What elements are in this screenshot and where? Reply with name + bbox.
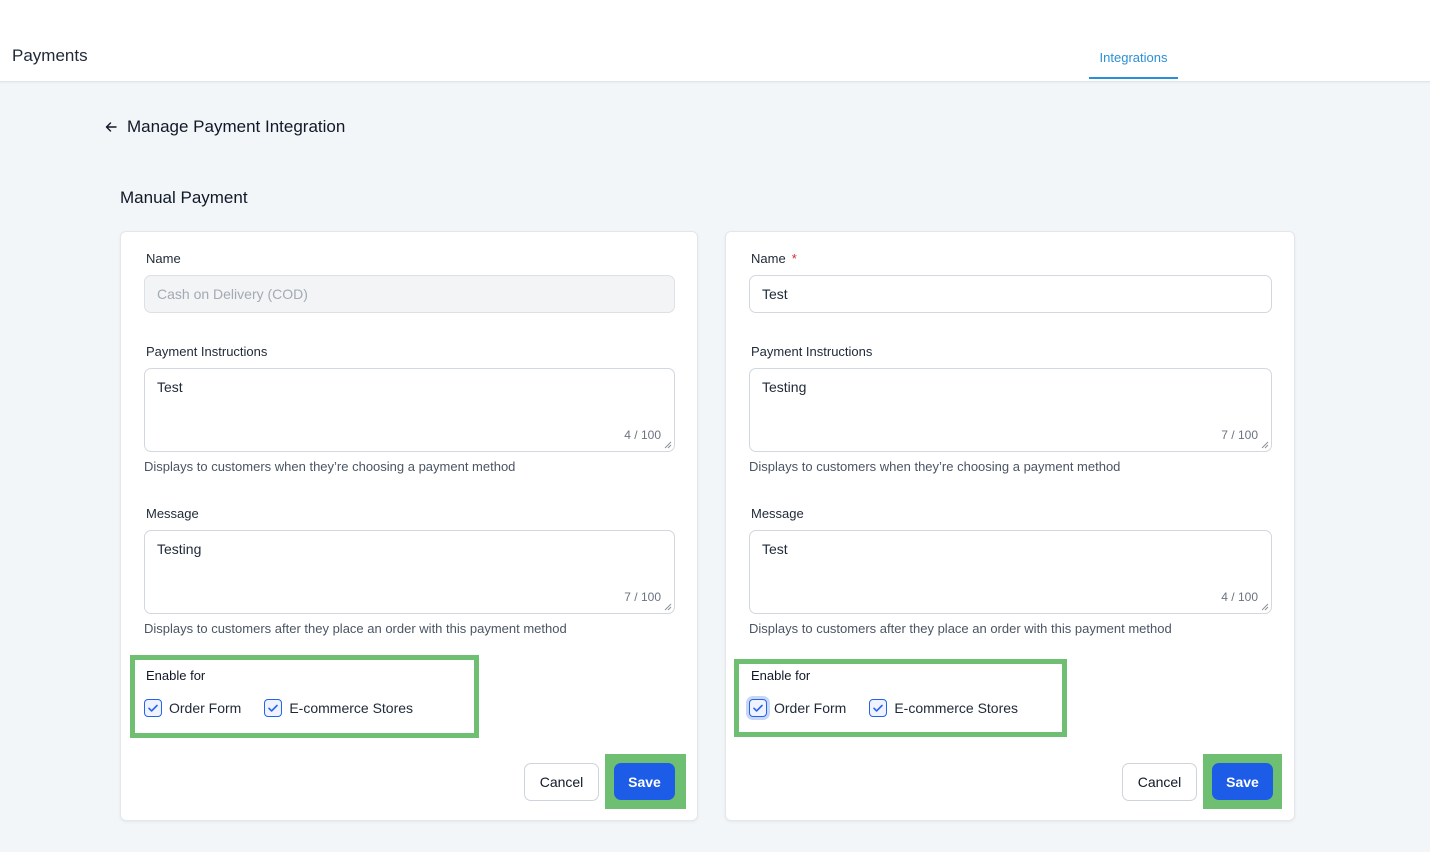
save-button-highlight: Save [1203,754,1282,809]
order-form-label[interactable]: Order Form [169,700,241,716]
instructions-label: Payment Instructions [146,344,268,359]
ecommerce-stores-checkbox[interactable] [264,699,283,717]
section-title: Manual Payment [120,188,248,207]
message-char-count: 4 / 100 [1221,590,1258,604]
check-icon [873,704,884,712]
instructions-textarea[interactable]: Test 4 / 100 [144,368,675,452]
page-title: Manage Payment Integration [127,117,346,136]
name-input: Cash on Delivery (COD) [144,275,675,313]
cancel-button[interactable]: Cancel [524,763,599,801]
tab-integrations[interactable]: Integrations [1089,50,1178,79]
message-textarea[interactable]: Test 4 / 100 [749,530,1272,614]
message-help: Displays to customers after they place a… [144,621,567,636]
message-label: Message [751,506,804,521]
message-value: Testing [157,541,202,557]
instructions-value: Test [157,379,183,395]
ecommerce-stores-label[interactable]: E-commerce Stores [289,700,413,716]
order-form-label[interactable]: Order Form [774,700,846,716]
enable-options: Order Form E-commerce Stores [144,699,436,717]
enable-for-title: Enable for [146,668,206,683]
enable-options: Order Form E-commerce Stores [749,699,1041,717]
payment-card-custom: Name * Test Payment Instructions Testing … [725,231,1295,821]
message-help: Displays to customers after they place a… [749,621,1172,636]
required-mark: * [791,251,797,266]
app-title: Payments [12,46,88,65]
save-button[interactable]: Save [614,763,675,800]
message-value: Test [762,541,788,557]
arrow-left-icon[interactable] [104,120,118,134]
name-label: Name * [751,251,797,266]
save-button-highlight: Save [605,754,686,809]
message-char-count: 7 / 100 [624,590,661,604]
message-label: Message [146,506,199,521]
save-button[interactable]: Save [1212,763,1273,800]
resize-grip-icon[interactable] [1261,603,1269,611]
instructions-char-count: 7 / 100 [1221,428,1258,442]
resize-grip-icon[interactable] [664,603,672,611]
check-icon [148,704,158,712]
check-icon [753,704,763,712]
check-icon [268,704,279,712]
instructions-label: Payment Instructions [751,344,873,359]
ecommerce-stores-label[interactable]: E-commerce Stores [894,700,1018,716]
name-input[interactable]: Test [749,275,1272,313]
resize-grip-icon[interactable] [664,441,672,449]
instructions-textarea[interactable]: Testing 7 / 100 [749,368,1272,452]
message-textarea[interactable]: Testing 7 / 100 [144,530,675,614]
cancel-button[interactable]: Cancel [1122,763,1197,801]
instructions-help: Displays to customers when they’re choos… [144,459,516,474]
resize-grip-icon[interactable] [1261,441,1269,449]
instructions-value: Testing [762,379,807,395]
name-label: Name [146,251,181,266]
order-form-checkbox[interactable] [749,699,767,717]
order-form-checkbox[interactable] [144,699,162,717]
instructions-help: Displays to customers when they’re choos… [749,459,1121,474]
back-link[interactable]: Manage Payment Integration [104,116,345,138]
payment-card-cod: Name Cash on Delivery (COD) Payment Inst… [120,231,698,821]
enable-for-title: Enable for [751,668,811,683]
instructions-char-count: 4 / 100 [624,428,661,442]
ecommerce-stores-checkbox[interactable] [869,699,888,717]
top-header: Payments Integrations [0,0,1430,82]
